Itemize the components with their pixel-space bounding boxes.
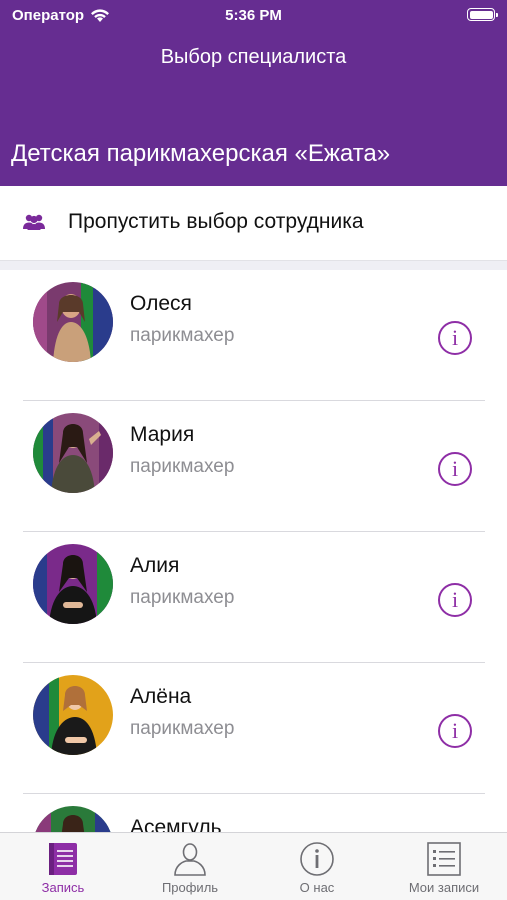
person-icon	[174, 843, 206, 876]
avatar	[33, 413, 113, 493]
tab-booking[interactable]: Запись	[0, 833, 126, 900]
specialist-role: парикмахер	[130, 718, 235, 739]
info-icon[interactable]: i	[438, 714, 472, 748]
tab-label: Профиль	[161, 880, 219, 895]
info-icon[interactable]: i	[438, 452, 472, 486]
info-icon[interactable]: i	[438, 583, 472, 617]
specialist-name: Алия	[130, 554, 180, 577]
battery-icon	[467, 8, 498, 21]
tab-bar: Запись Профиль О нас Мои записи	[0, 832, 507, 900]
list-icon	[427, 842, 461, 876]
avatar	[33, 675, 113, 755]
tab-my-bookings[interactable]: Мои записи	[381, 833, 507, 900]
nav-title: Выбор специалиста	[160, 46, 347, 68]
specialist-role: парикмахер	[130, 456, 235, 477]
specialist-role: парикмахер	[130, 587, 235, 608]
avatar	[33, 282, 113, 362]
specialist-row[interactable]: Асемгуль парикмахер	[0, 794, 507, 832]
avatar	[33, 544, 113, 624]
tab-about[interactable]: О нас	[254, 833, 380, 900]
salon-title: Детская парикмахерская «Ежата»	[11, 140, 391, 167]
avatar	[33, 806, 113, 832]
skip-employee-selection[interactable]: Пропустить выбор сотрудника	[0, 186, 507, 260]
people-icon	[23, 214, 45, 230]
specialist-role: парикмахер	[130, 325, 235, 346]
skip-label: Пропустить выбор сотрудника	[68, 210, 364, 233]
specialist-row[interactable]: Алия парикмахер i	[0, 532, 507, 663]
specialist-row[interactable]: Алёна парикмахер i	[0, 663, 507, 794]
clock: 5:36 PM	[225, 7, 282, 24]
book-icon	[49, 843, 77, 875]
specialist-name: Алёна	[130, 685, 192, 708]
info-icon[interactable]: i	[438, 321, 472, 355]
info-icon	[300, 842, 334, 876]
tab-label: Мои записи	[408, 880, 480, 895]
specialist-row[interactable]: Мария парикмахер i	[0, 401, 507, 532]
tab-profile[interactable]: Профиль	[127, 833, 253, 900]
section-separator	[0, 260, 507, 270]
specialist-list[interactable]: Олеся парикмахер i Мария парикмахер i Ал…	[0, 270, 507, 832]
tab-label: Запись	[41, 880, 85, 895]
specialist-name: Асемгуль	[130, 816, 222, 832]
specialist-name: Мария	[130, 423, 195, 446]
status-bar: Оператор 5:36 PM	[0, 0, 507, 30]
specialist-row[interactable]: Олеся парикмахер i	[0, 270, 507, 401]
header: Оператор 5:36 PM Выбор специалиста Детск…	[0, 0, 507, 186]
tab-label: О нас	[299, 880, 335, 895]
specialist-name: Олеся	[130, 292, 192, 315]
